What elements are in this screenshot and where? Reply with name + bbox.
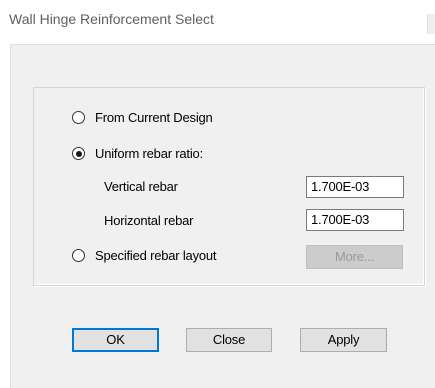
radio-uniform-rebar-ratio-label: Uniform rebar ratio: [95,146,203,161]
radio-specified-rebar-layout[interactable]: Specified rebar layout [72,248,217,263]
radio-from-current-design[interactable]: From Current Design [72,110,213,125]
more-button[interactable]: More... [306,245,403,269]
close-button[interactable]: Close [186,328,272,352]
window-title: Wall Hinge Reinforcement Select [9,11,214,27]
close-button-edge[interactable] [427,14,435,34]
vertical-rebar-label: Vertical rebar [104,179,178,194]
radio-selected-dot [75,150,82,157]
title-bar: Wall Hinge Reinforcement Select [0,0,435,44]
horizontal-rebar-input[interactable]: 1.700E-03 [306,209,404,231]
apply-button[interactable]: Apply [300,328,387,352]
horizontal-rebar-label: Horizontal rebar [104,213,194,228]
vertical-rebar-input[interactable]: 1.700E-03 [306,176,404,198]
radio-uniform-rebar-ratio[interactable]: Uniform rebar ratio: [72,146,203,161]
radio-button-checked[interactable] [72,147,85,160]
radio-button-unchecked[interactable] [72,111,85,124]
radio-button-unchecked[interactable] [72,249,85,262]
ok-button[interactable]: OK [72,328,159,352]
radio-from-current-design-label: From Current Design [95,110,213,125]
radio-specified-rebar-layout-label: Specified rebar layout [95,248,217,263]
